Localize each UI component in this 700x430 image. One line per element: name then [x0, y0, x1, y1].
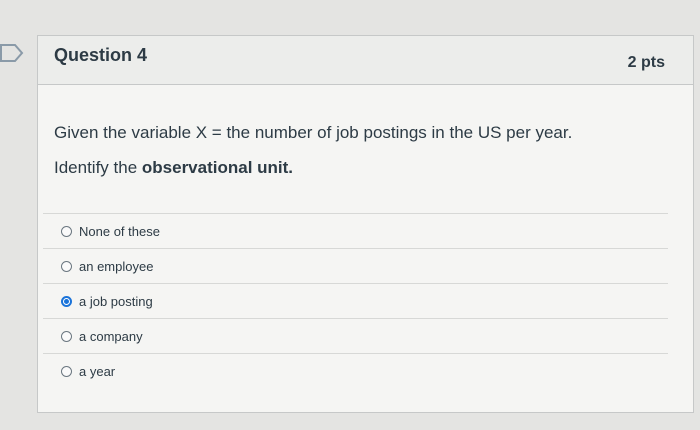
answer-label[interactable]: a year — [79, 364, 115, 379]
answer-option-selected[interactable]: a job posting — [43, 283, 668, 318]
answer-option[interactable]: an employee — [43, 248, 668, 283]
answer-radio[interactable] — [61, 226, 72, 237]
question-points: 2 pts — [627, 54, 665, 71]
answer-label[interactable]: an employee — [79, 259, 153, 274]
answer-label[interactable]: a job posting — [79, 294, 153, 309]
answer-option[interactable]: a year — [43, 353, 668, 388]
question-title: Question 4 — [54, 45, 148, 65]
answer-label[interactable]: a company — [79, 329, 143, 344]
question-card: Question 4 2 pts Given the variable X = … — [37, 35, 694, 413]
question-prompt-prefix: Identify the — [54, 158, 142, 177]
answer-option[interactable]: a company — [43, 318, 668, 353]
question-text: Given the variable X = the number of job… — [54, 123, 573, 142]
question-prompt-bold: observational unit. — [141, 158, 294, 177]
answer-radio[interactable] — [61, 366, 72, 377]
question-prompt: Identify the observational unit. — [54, 158, 293, 178]
answer-radio[interactable] — [61, 331, 72, 342]
answer-option[interactable]: None of these — [43, 213, 668, 248]
answer-label[interactable]: None of these — [79, 224, 160, 239]
answer-list: None of these an employee a job posting … — [43, 213, 668, 388]
answer-radio[interactable] — [61, 261, 72, 272]
question-header: Question 4 2 pts — [38, 36, 693, 85]
question-flag-icon[interactable] — [0, 40, 26, 66]
answer-radio-selected[interactable] — [61, 296, 72, 307]
